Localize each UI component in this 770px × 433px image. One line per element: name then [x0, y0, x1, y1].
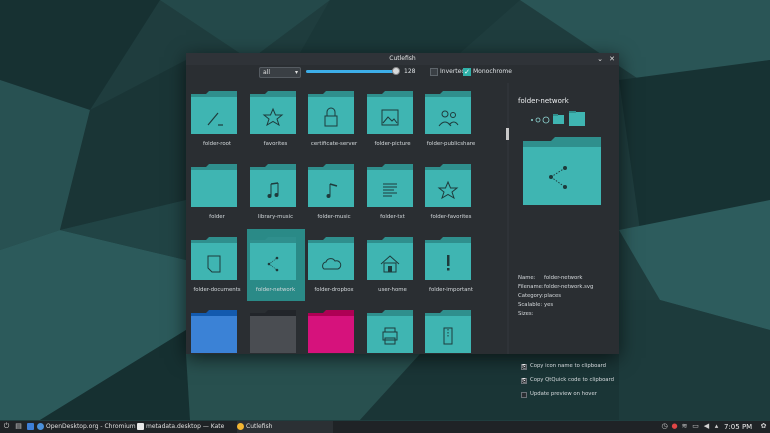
- folder-icon: [366, 310, 413, 353]
- icon-cell-item-15[interactable]: [188, 302, 246, 354]
- toolbar: all ▾ 128 Inverted ✓ Monochrome: [186, 65, 619, 83]
- folder-icon: [249, 237, 296, 280]
- icon-cell-folder[interactable]: folder: [188, 156, 246, 228]
- icon-cell-folder-txt[interactable]: folder-txt: [364, 156, 422, 228]
- clock[interactable]: 7:05 PM: [724, 421, 752, 433]
- size-preview-strip: [531, 111, 585, 126]
- folder-icon: [425, 91, 471, 134]
- clipboard-icon[interactable]: ◷: [661, 423, 668, 430]
- copy-name-checkbox-icon[interactable]: ⎘: [521, 364, 527, 370]
- folder-icon: [366, 237, 413, 280]
- icon-cell-item-17[interactable]: [305, 302, 363, 354]
- volume-icon[interactable]: ◀: [703, 423, 710, 430]
- desktop-settings-icon[interactable]: ✿: [760, 423, 767, 430]
- window-title: Cutlefish: [389, 55, 416, 62]
- file-manager-icon[interactable]: [27, 423, 34, 430]
- icon-cell-folder-music[interactable]: folder-music: [305, 156, 363, 228]
- folder-icon: [308, 310, 354, 353]
- task-cutlefish[interactable]: Cutlefish: [237, 421, 333, 433]
- meta-name: Name: folder-network: [518, 275, 583, 281]
- icon-cell-user-home[interactable]: user-home: [364, 229, 422, 301]
- icon-grid: folder-root favorites certificate-server fo…: [186, 83, 504, 354]
- preview-panel: folder-network Name: folder-network Filen…: [511, 83, 619, 398]
- chromium-icon: [37, 423, 44, 430]
- large-preview-icon: [523, 137, 601, 205]
- app-launcher-icon[interactable]: ⏻: [3, 423, 10, 430]
- icon-label: folder-publicshare: [426, 141, 476, 147]
- folder-icon: [425, 310, 471, 353]
- icon-label: folder-important: [429, 287, 473, 293]
- folder-icon: [191, 91, 237, 134]
- preview-title: folder-network: [518, 97, 569, 105]
- folder-icon: [425, 164, 471, 207]
- update-hover-checkbox[interactable]: [521, 392, 527, 398]
- category-select-value: all: [263, 69, 271, 76]
- folder-icon: [249, 310, 296, 353]
- taskbar: ⏻ ▤ OpenDesktop.org - Chromium metadata.…: [0, 421, 770, 433]
- icon-cell-folder-network[interactable]: folder-network: [246, 229, 305, 301]
- copy-name-button[interactable]: Copy icon name to clipboard: [530, 363, 606, 369]
- icon-cell-item-19[interactable]: [422, 302, 480, 354]
- folder-icon: [425, 237, 471, 280]
- grid-scrollbar[interactable]: [506, 128, 509, 140]
- battery-icon[interactable]: ▭: [692, 423, 699, 430]
- icon-cell-folder-favorites[interactable]: folder-favorites: [422, 156, 480, 228]
- task-kate[interactable]: metadata.desktop — Kate: [137, 421, 233, 433]
- cutlefish-window: Cutlefish ⌄ ✕ all ▾ 128 Inverted ✓ Monoc…: [186, 53, 619, 398]
- size-value: 128: [404, 68, 416, 75]
- meta-filename: Filename:folder-network.svg: [518, 284, 594, 290]
- inverted-checkbox[interactable]: [430, 68, 438, 76]
- icon-cell-folder-root[interactable]: folder-root: [188, 83, 246, 155]
- monochrome-label: Monochrome: [473, 68, 512, 75]
- icon-cell-library-music[interactable]: library-music: [247, 156, 305, 228]
- window-titlebar[interactable]: Cutlefish ⌄ ✕: [186, 53, 619, 65]
- folder-icon: [191, 310, 237, 353]
- icon-cell-folder-picture[interactable]: folder-picture: [364, 83, 422, 155]
- show-desktop-icon[interactable]: ▤: [15, 423, 22, 430]
- meta-category: Category:places: [518, 293, 562, 299]
- panel-divider: [507, 83, 509, 354]
- tray-expand-icon[interactable]: ▴: [713, 423, 720, 430]
- kate-icon: [137, 423, 144, 430]
- monochrome-checkbox[interactable]: ✓: [463, 68, 471, 76]
- icon-cell-item-18[interactable]: [364, 302, 422, 354]
- inverted-label: Inverted: [440, 68, 466, 75]
- copy-qtquick-icon[interactable]: ⎘: [521, 378, 527, 384]
- folder-icon: [308, 164, 354, 207]
- icon-cell-favorites[interactable]: favorites: [247, 83, 305, 155]
- folder-icon: [191, 237, 237, 280]
- folder-icon: [366, 91, 413, 134]
- folder-icon: [249, 91, 296, 134]
- folder-icon: [308, 237, 354, 280]
- folder-icon: [366, 164, 413, 207]
- chevron-down-icon: ▾: [294, 69, 298, 76]
- task-chromium[interactable]: OpenDesktop.org - Chromium: [37, 421, 136, 433]
- icon-cell-folder-important[interactable]: folder-important: [422, 229, 480, 301]
- folder-icon: [308, 91, 354, 134]
- update-hover-label: Update preview on hover: [530, 391, 597, 397]
- icon-cell-folder-documents[interactable]: folder-documents: [188, 229, 246, 301]
- icon-cell-folder-dropbox[interactable]: folder-dropbox: [305, 229, 363, 301]
- network-icon[interactable]: ≋: [681, 423, 688, 430]
- icon-cell-certificate-server[interactable]: certificate-server: [305, 83, 363, 155]
- size-slider-track[interactable]: [306, 70, 399, 73]
- meta-sizes: Sizes:: [518, 311, 534, 317]
- category-select[interactable]: all ▾: [259, 67, 301, 78]
- icon-label: folder-favorites: [430, 214, 472, 220]
- notification-icon[interactable]: ●: [671, 423, 678, 430]
- meta-scalable: Scalable: yes: [518, 302, 554, 308]
- size-slider-handle[interactable]: [392, 67, 400, 75]
- cutlefish-icon: [237, 423, 244, 430]
- folder-icon: [249, 164, 296, 207]
- icon-cell-folder-publicshare[interactable]: folder-publicshare: [422, 83, 480, 155]
- minimize-button[interactable]: ⌄: [595, 53, 605, 65]
- icon-cell-item-16[interactable]: [247, 302, 305, 354]
- copy-qtquick-button[interactable]: Copy QtQuick code to clipboard: [530, 377, 614, 383]
- folder-icon: [191, 164, 237, 207]
- close-button[interactable]: ✕: [607, 53, 617, 65]
